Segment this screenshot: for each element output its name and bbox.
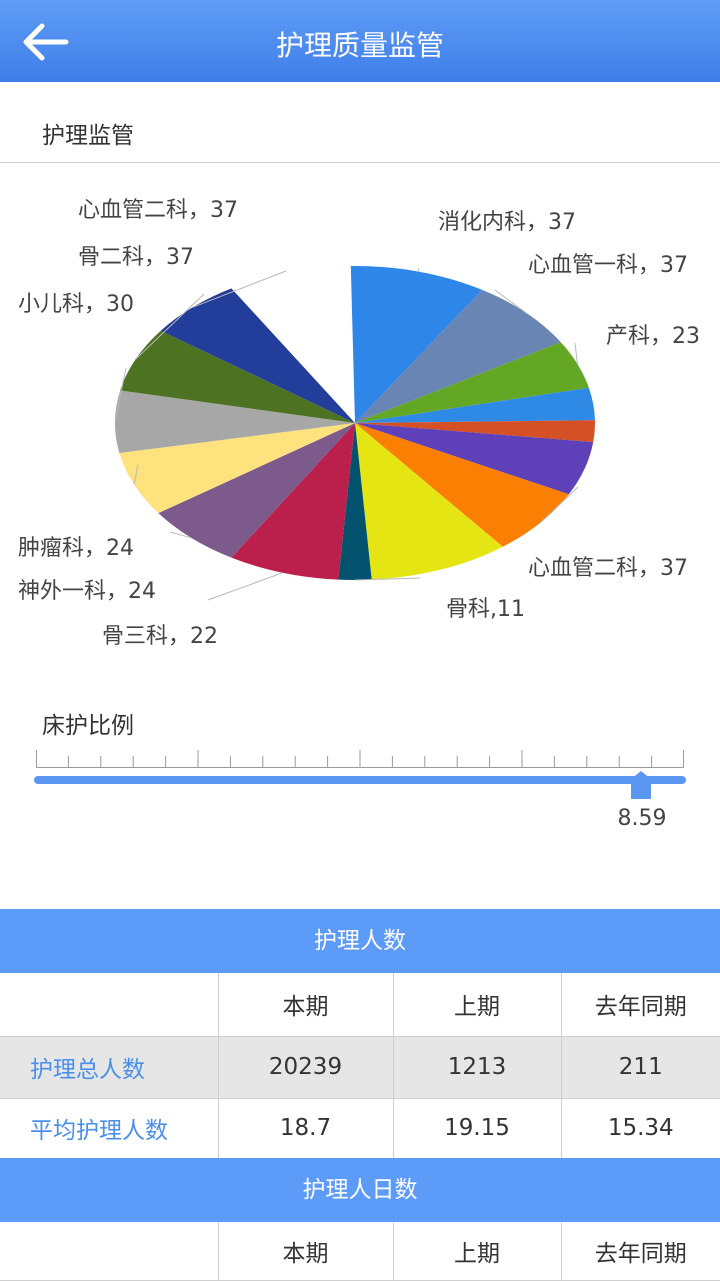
column-header: 去年同期 <box>561 1222 720 1281</box>
table-row[interactable]: 护理总人数 20239 1213 211 <box>0 1036 720 1099</box>
slice-label: 心血管一科，37 <box>528 253 688 278</box>
page-title: 护理质量监管 <box>275 29 444 62</box>
table-row[interactable]: 平均护理人数 18.7 19.15 15.34 <box>0 1098 720 1159</box>
title-bar: 护理质量监管 <box>0 0 720 82</box>
slider-section-title: 床护比例 <box>42 713 134 739</box>
section-divider <box>0 162 720 163</box>
slice-label: 肿瘤科，24 <box>18 536 134 561</box>
column-header: 上期 <box>393 973 562 1037</box>
column-header: 本期 <box>218 1222 394 1281</box>
nursing-count-header: 护理人数 <box>0 909 720 973</box>
slice-label: 心血管二科，37 <box>528 556 688 581</box>
department-pie-chart: 消化内科，37心血管一科，37产科，23心血管二科，37骨科,11骨三科，22神… <box>18 198 700 649</box>
column-header: 本期 <box>218 973 394 1037</box>
table-header-row: 本期 上期 去年同期 <box>0 973 720 1037</box>
slider-value: 8.59 <box>617 806 667 831</box>
row-label[interactable]: 平均护理人数 <box>0 1098 219 1159</box>
slice-label: 小儿科，30 <box>18 292 134 317</box>
slice-label: 消化内科，37 <box>438 210 576 235</box>
slice-label: 骨三科，22 <box>102 624 218 649</box>
column-header <box>0 973 219 1037</box>
ruler-baseline <box>36 767 684 768</box>
bed-nurse-ratio-slider[interactable] <box>34 776 686 784</box>
slider-thumb[interactable] <box>631 771 651 799</box>
leader-line <box>417 267 420 272</box>
nursing-count-table: 本期 上期 去年同期 护理总人数 20239 1213 211 平均护理人数 1… <box>0 973 720 1159</box>
leader-line <box>207 572 283 601</box>
table-cell: 19.15 <box>393 1098 562 1159</box>
slice-label: 骨科,11 <box>446 597 525 622</box>
slice-label: 产科，23 <box>606 324 700 349</box>
table-cell: 211 <box>561 1036 720 1099</box>
table-cell: 18.7 <box>218 1098 394 1159</box>
table-cell: 20239 <box>218 1036 394 1099</box>
column-header: 去年同期 <box>561 973 720 1037</box>
column-header: 上期 <box>393 1222 562 1281</box>
slice-label: 神外一科，24 <box>18 579 156 604</box>
nursing-days-table: 本期 上期 去年同期 <box>0 1222 720 1281</box>
table-cell: 1213 <box>393 1036 562 1099</box>
slice-label: 骨二科，37 <box>78 245 194 270</box>
column-header <box>0 1222 219 1281</box>
pie-section-title: 护理监管 <box>42 123 134 149</box>
slider-ruler <box>36 750 684 768</box>
slice-label: 心血管二科，37 <box>78 198 238 223</box>
table-header-row: 本期 上期 去年同期 <box>0 1222 720 1281</box>
table-cell: 15.34 <box>561 1098 720 1159</box>
row-label[interactable]: 护理总人数 <box>0 1036 219 1099</box>
nursing-days-header: 护理人日数 <box>0 1158 720 1222</box>
